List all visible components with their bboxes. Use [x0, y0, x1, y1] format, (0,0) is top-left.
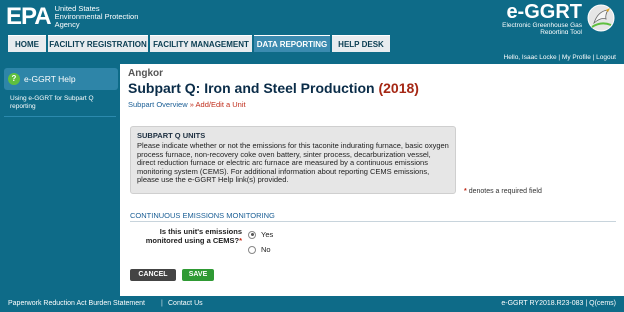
epa-mark: EPA — [6, 3, 52, 30]
breadcrumb-subpart-overview[interactable]: Subpart Overview — [128, 100, 188, 109]
cancel-button[interactable]: CANCEL — [130, 269, 176, 281]
option-yes[interactable]: Yes — [248, 230, 273, 239]
tab-data-reporting[interactable]: DATA REPORTING — [254, 35, 330, 52]
footer-separator: | — [161, 300, 163, 307]
user-bar[interactable]: Hello, Isaac Locke | My Profile | Logout — [0, 52, 624, 64]
footer-contact-link[interactable]: Contact Us — [168, 296, 203, 312]
option-no-label: No — [261, 245, 271, 254]
breadcrumb: Subpart Overview » Add/Edit a Unit — [128, 100, 246, 109]
tab-facility-registration[interactable]: FACILITY REGISTRATION — [48, 35, 148, 52]
tab-home[interactable]: HOME — [8, 35, 46, 52]
epa-logo[interactable]: EPA United States Environmental Protecti… — [6, 3, 138, 31]
sidebar: ? e-GGRT Help Using e-GGRT for Subpart Q… — [0, 64, 120, 296]
info-box-body: Please indicate whether or not the emiss… — [137, 141, 449, 185]
required-field-note: * denotes a required field — [464, 188, 542, 195]
cems-question-label: Is this unit's emissions monitored using… — [145, 227, 242, 245]
main-content: Angkor Subpart Q: Iron and Steel Product… — [120, 64, 624, 296]
facility-name: Angkor — [128, 68, 163, 79]
epa-agency-name: United States Environmental Protection A… — [54, 4, 139, 29]
required-star: * — [239, 235, 242, 245]
radio-no[interactable] — [248, 245, 256, 254]
help-title: e-GGRT Help — [24, 74, 76, 84]
footer-burden-link[interactable]: Paperwork Reduction Act Burden Statement — [8, 296, 145, 312]
egggrt-logo: e-GGRT Electronic Greenhouse Gas Reporti… — [466, 1, 616, 36]
required-star: * — [464, 188, 467, 195]
option-yes-label: Yes — [261, 230, 274, 239]
site-header: EPA United States Environmental Protecti… — [0, 0, 624, 36]
page-title: Subpart Q: Iron and Steel Production (20… — [128, 80, 419, 96]
app-subtitle-line1: Electronic Greenhouse Gas — [502, 22, 582, 29]
site-footer: Paperwork Reduction Act Burden Statement… — [0, 296, 624, 312]
version-label: e-GGRT RY2018.R23-083 | Q(cems) — [501, 300, 616, 307]
breadcrumb-current: Add/Edit a Unit — [195, 100, 246, 109]
help-header: ? e-GGRT Help — [4, 68, 118, 90]
sidebar-help-link[interactable]: Using e-GGRT for Subpart Q reporting — [4, 95, 116, 117]
app-title: e-GGRT — [506, 1, 582, 23]
bird-logo-icon — [587, 4, 615, 32]
info-box: SUBPART Q UNITS Please indicate whether … — [130, 126, 456, 194]
help-question-icon: ? — [8, 73, 20, 85]
section-title: CONTINUOUS EMISSIONS MONITORING — [130, 211, 616, 222]
main-nav: HOME FACILITY REGISTRATION FACILITY MANA… — [0, 34, 624, 52]
info-box-title: SUBPART Q UNITS — [137, 131, 206, 140]
radio-yes[interactable] — [248, 230, 256, 239]
tab-facility-management[interactable]: FACILITY MANAGEMENT — [150, 35, 252, 52]
option-no[interactable]: No — [248, 245, 271, 254]
save-button[interactable]: SAVE — [182, 269, 214, 281]
breadcrumb-separator: » — [189, 100, 194, 109]
tab-help-desk[interactable]: HELP DESK — [332, 35, 390, 52]
reporting-year: (2018) — [378, 80, 419, 96]
